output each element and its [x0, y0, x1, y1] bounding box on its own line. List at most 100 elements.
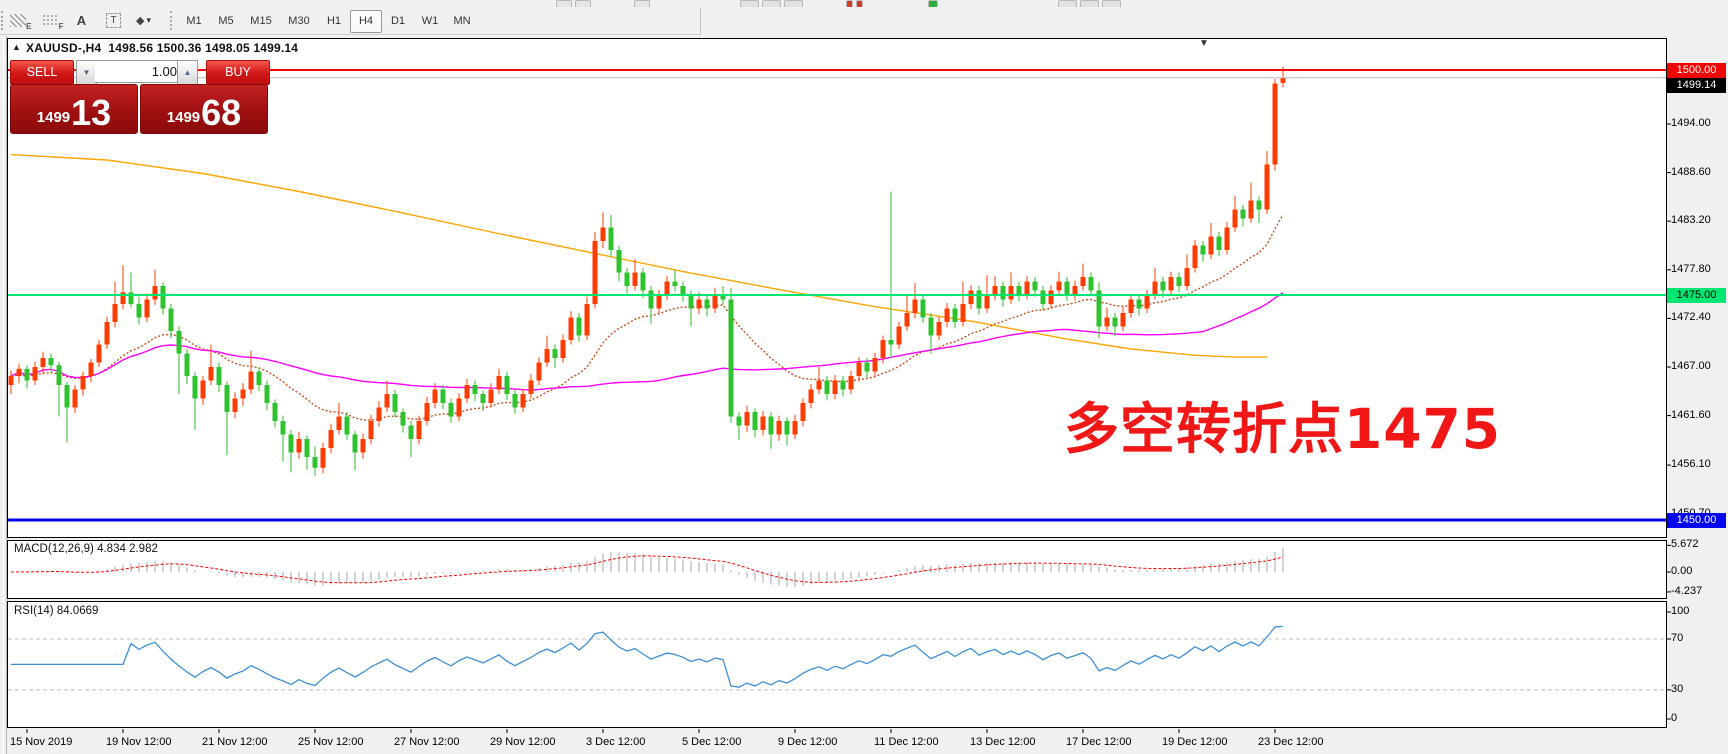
sell-quote-panel[interactable]: 1499 13	[10, 84, 138, 134]
timeframe-m1-button[interactable]: M1	[178, 10, 210, 33]
candle	[1057, 282, 1062, 291]
candle	[1049, 291, 1054, 305]
volume-increase-button[interactable]: ▲	[177, 60, 198, 85]
candle	[1129, 300, 1134, 314]
candle	[17, 369, 22, 376]
candle	[473, 385, 478, 394]
candle	[793, 421, 798, 435]
candle	[1201, 246, 1206, 255]
candle	[369, 421, 374, 439]
toolbar-grip-2[interactable]	[170, 11, 175, 30]
buy-button[interactable]: BUY	[206, 60, 270, 85]
time-axis-label: 19 Nov 12:00	[106, 736, 171, 748]
candle	[225, 385, 230, 412]
price-chip-current: 1499.14	[1667, 78, 1726, 93]
clipped-icon	[556, 0, 572, 7]
candle	[1273, 84, 1278, 165]
clipped-icon	[1102, 0, 1121, 7]
candle	[161, 286, 166, 309]
candle	[449, 403, 454, 417]
candle	[689, 295, 694, 309]
time-axis-label: 9 Dec 12:00	[778, 736, 837, 748]
price-chip-support: 1450.00	[1667, 513, 1726, 528]
candle	[1177, 277, 1182, 286]
candle	[625, 273, 630, 287]
shapes-arrows-tool-button[interactable]: ◆▾	[130, 9, 157, 31]
time-axis-label: 13 Dec 12:00	[970, 736, 1035, 748]
ohlc-open: 1498.56	[108, 41, 153, 55]
candle	[745, 412, 750, 426]
timeframe-d1-button[interactable]: D1	[382, 10, 414, 33]
price-chip-resistance: 1500.00	[1667, 63, 1726, 78]
candle	[97, 345, 102, 363]
rsi-label: RSI(14) 84.0669	[14, 605, 98, 617]
fibonacci-grid-tool-button[interactable]: F	[36, 9, 63, 31]
candle	[361, 439, 366, 453]
clipped-icon	[928, 0, 938, 7]
toolbar: EFAT◆▾ M1M5M15M30H1H4D1W1MN	[0, 7, 701, 35]
candle	[217, 367, 222, 385]
candle	[89, 363, 94, 377]
window-edge	[3, 36, 7, 754]
buy-price-pips: 68	[201, 96, 241, 130]
candle	[617, 250, 622, 273]
macd-axis-label: -4.237	[1671, 585, 1702, 597]
timeframe-w1-button[interactable]: W1	[414, 10, 446, 33]
candle	[481, 394, 486, 403]
candle	[753, 412, 758, 430]
timeframe-m5-button[interactable]: M5	[210, 10, 242, 33]
text-tool-icon[interactable]: A	[68, 9, 95, 31]
candle	[577, 318, 582, 336]
sell-button[interactable]: SELL	[10, 60, 74, 85]
timeframe-m30-button[interactable]: M30	[280, 10, 318, 33]
text-label-tool-button[interactable]: T	[100, 9, 127, 31]
candle	[809, 390, 814, 404]
candle	[1249, 201, 1254, 219]
candle	[1113, 318, 1118, 327]
candle	[1081, 277, 1086, 286]
candle	[641, 273, 646, 291]
indicators-hatch-tool-button[interactable]: E	[4, 9, 31, 31]
candle	[425, 403, 430, 421]
candle	[513, 394, 518, 408]
chart-shift-marker-icon[interactable]: ▼	[1199, 38, 1209, 49]
candle	[57, 365, 62, 385]
candle	[497, 376, 502, 390]
candle	[865, 363, 870, 372]
time-axis-label: 5 Dec 12:00	[682, 736, 741, 748]
volume-decrease-button[interactable]: ▼	[76, 60, 97, 85]
clipped-icon	[1058, 0, 1077, 7]
candle	[761, 417, 766, 431]
rsi-axis-label: 70	[1671, 632, 1683, 644]
candle	[833, 381, 838, 395]
symbol-collapse-icon[interactable]: ▲	[12, 42, 21, 52]
candle	[1161, 282, 1166, 291]
candle	[401, 412, 406, 426]
candle	[345, 417, 350, 435]
time-axis-label: 3 Dec 12:00	[586, 736, 645, 748]
candle	[465, 385, 470, 399]
candle	[697, 300, 702, 309]
time-axis-label: 27 Nov 12:00	[394, 736, 459, 748]
time-axis-label: 17 Dec 12:00	[1066, 736, 1131, 748]
candle	[873, 358, 878, 372]
timeframe-h1-button[interactable]: H1	[318, 10, 350, 33]
buy-quote-panel[interactable]: 1499 68	[140, 84, 268, 134]
candle	[41, 358, 46, 367]
time-axis-label: 21 Nov 12:00	[202, 736, 267, 748]
annotation-text: 多空转折点1475	[1064, 402, 1501, 457]
candle	[801, 403, 806, 421]
time-axis-label: 25 Nov 12:00	[298, 736, 363, 748]
candle	[177, 331, 182, 354]
timeframe-mn-button[interactable]: MN	[446, 10, 478, 33]
candle	[777, 421, 782, 435]
candle	[385, 394, 390, 408]
candle	[681, 286, 686, 295]
candle	[1001, 286, 1006, 300]
candle	[601, 228, 606, 242]
timeframe-h4-button[interactable]: H4	[350, 10, 382, 33]
candle	[977, 291, 982, 309]
volume-input[interactable]	[95, 60, 183, 83]
timeframe-m15-button[interactable]: M15	[242, 10, 280, 33]
candle	[585, 304, 590, 336]
